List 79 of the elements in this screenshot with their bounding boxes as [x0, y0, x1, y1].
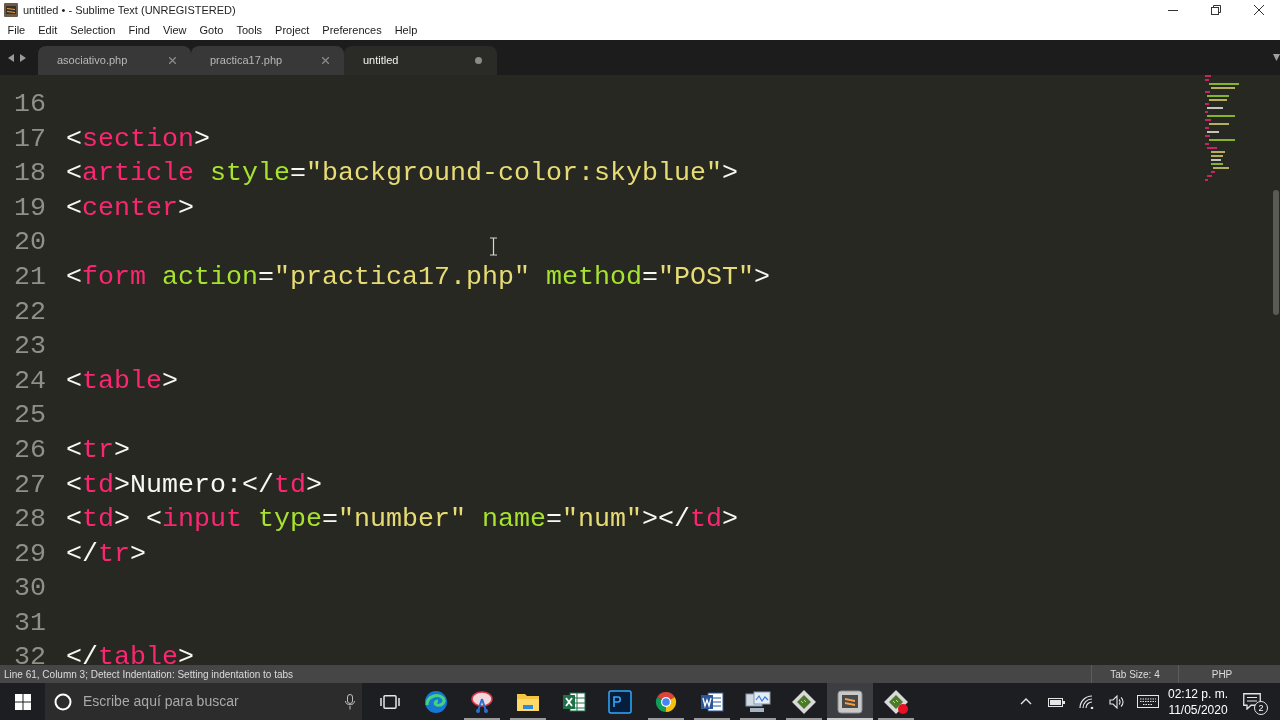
search-box[interactable]: Escribe aquí para buscar: [45, 683, 362, 720]
wifi-icon: [1079, 694, 1095, 709]
browser-icon: [654, 689, 678, 714]
close-icon: [1253, 5, 1264, 15]
arrow-right-icon[interactable]: [20, 53, 26, 62]
notifications-button[interactable]: 2: [1232, 683, 1272, 720]
computer-icon: [745, 689, 771, 714]
editor-icon: [837, 689, 863, 714]
tab[interactable]: practica17.php: [191, 46, 344, 75]
browser-icon: [424, 689, 448, 714]
line-number: 27: [13, 468, 46, 502]
code-line: <article style="background-color:skyblue">: [66, 157, 738, 191]
menu-item[interactable]: Preferences: [315, 20, 389, 40]
notification-count: 2: [1254, 701, 1268, 715]
text-cursor-icon: [489, 237, 498, 256]
menu-item[interactable]: File: [1, 20, 32, 40]
minimize-icon: [1167, 9, 1178, 11]
menu-item[interactable]: Goto: [193, 20, 230, 40]
line-number: 30: [13, 572, 46, 606]
volume-icon: [1109, 694, 1125, 709]
spreadsheet-icon: [562, 689, 586, 714]
chevron-up-icon: [1020, 698, 1032, 705]
line-number: 25: [13, 399, 46, 433]
menu-item[interactable]: Edit: [31, 20, 64, 40]
clock-button[interactable]: 02:12 p. m. 11/05/2020: [1164, 683, 1232, 720]
line-number: 18: [13, 157, 46, 191]
framed-tile-icon: [608, 689, 632, 714]
line-number: 16: [13, 88, 46, 121]
menu-item[interactable]: Selection: [63, 20, 122, 40]
code-line: </table>: [66, 641, 194, 665]
scissors-icon: [470, 689, 494, 714]
line-number: 21: [13, 260, 46, 294]
line-number: 26: [13, 433, 46, 467]
status-message: Line 61, Column 3; Detect Indentation: Setting indentation to tabs: [3, 667, 294, 682]
battery-icon: [1048, 695, 1066, 708]
close-icon[interactable]: [322, 57, 329, 64]
windows-logo-icon: [14, 693, 31, 710]
code-line: <tr>: [66, 433, 130, 467]
line-number: 23: [13, 330, 46, 364]
line-number: 19: [13, 191, 46, 225]
scrollbar-thumb[interactable]: [1273, 190, 1279, 315]
document-icon: [700, 689, 724, 714]
code-line: <td> <input type="number" name="num"></td>: [66, 503, 738, 537]
close-icon[interactable]: [169, 57, 176, 64]
screen-tile-icon: [883, 688, 909, 715]
line-number: 17: [13, 122, 46, 156]
code-line: <td>Numero:</td>: [66, 468, 322, 502]
line-number: 24: [13, 364, 46, 398]
tab[interactable]: untitled: [344, 46, 497, 75]
line-number: 20: [13, 226, 46, 260]
line-number: 32: [13, 641, 46, 665]
menu-item[interactable]: Tools: [229, 20, 269, 40]
menu-item[interactable]: Find: [121, 20, 157, 40]
taskbar-app[interactable]: [827, 683, 873, 720]
task-view-icon: [380, 694, 400, 709]
arrow-left-icon[interactable]: [8, 53, 14, 62]
code-line: <center>: [66, 191, 194, 225]
line-number: 29: [13, 537, 46, 571]
tab[interactable]: asociativo.php: [38, 46, 191, 75]
line-number: 22: [13, 295, 46, 329]
keyboard-icon: [1137, 695, 1159, 708]
menu-item[interactable]: Project: [268, 20, 316, 40]
dropdown-caret-icon[interactable]: [1273, 54, 1280, 61]
restore-icon: [1210, 5, 1221, 15]
microphone-icon[interactable]: [345, 693, 355, 710]
ring-icon: [54, 692, 72, 711]
search-field[interactable]: Escribe aquí para buscar: [83, 691, 345, 712]
code-line: <form action="practica17.php" method="POST">: [66, 260, 770, 294]
window-title: untitled • - Sublime Text (UNREGISTERED): [23, 2, 236, 18]
line-number: 31: [13, 606, 46, 640]
line-number: 28: [13, 503, 46, 537]
screen-tile-icon: [791, 688, 817, 715]
menu-item[interactable]: Help: [388, 20, 424, 40]
code-line: <table>: [66, 364, 178, 398]
menu-item[interactable]: View: [156, 20, 194, 40]
code-line: <section>: [66, 122, 210, 156]
speech-bubble-icon: [1243, 693, 1261, 710]
code-line: </tr>: [66, 537, 146, 571]
app-icon: [4, 3, 18, 17]
